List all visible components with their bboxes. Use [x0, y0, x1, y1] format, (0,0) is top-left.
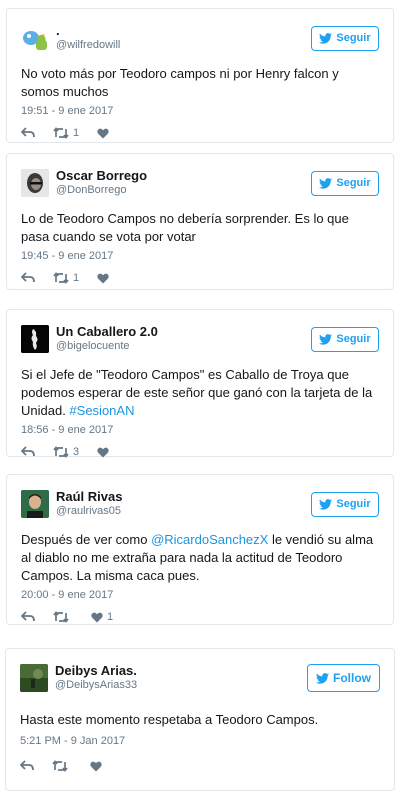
retweet-count: 3	[73, 446, 80, 458]
tweet-card: Raúl Rivas @raulrivas05 Seguir Después d…	[6, 474, 394, 625]
user-handle[interactable]: @DonBorrego	[56, 184, 311, 198]
like-button[interactable]: 1	[91, 611, 113, 623]
follow-button[interactable]: Seguir	[311, 25, 379, 51]
reply-button[interactable]	[21, 127, 35, 139]
retweet-button[interactable]	[53, 611, 73, 623]
retweet-icon	[53, 611, 69, 623]
twitter-bird-icon	[319, 333, 333, 345]
tweet-header: Oscar Borrego @DonBorrego Seguir	[21, 166, 379, 200]
tweet-text: Después de ver como @RicardoSanchezX le …	[21, 531, 379, 585]
follow-button[interactable]: Seguir	[311, 326, 379, 352]
like-button[interactable]	[97, 447, 113, 458]
user-name[interactable]: Un Caballero 2.0	[56, 324, 311, 340]
mention-link[interactable]: @RicardoSanchezX	[151, 532, 268, 547]
heart-icon	[97, 447, 109, 457]
user-handle[interactable]: @DeibysArias33	[55, 679, 307, 693]
hashtag-link[interactable]: #SesionAN	[69, 403, 134, 418]
tweet-card: Oscar Borrego @DonBorrego Seguir Lo de T…	[6, 153, 394, 290]
reply-button[interactable]	[21, 446, 35, 458]
retweet-icon	[52, 760, 68, 772]
follow-label: Seguir	[336, 333, 371, 345]
tweet-header: Un Caballero 2.0 @bigelocuente Seguir	[21, 322, 379, 356]
heart-icon	[90, 761, 102, 771]
follow-button[interactable]: Seguir	[311, 491, 379, 517]
tweet-text: Hasta este momento respetaba a Teodoro C…	[20, 712, 319, 727]
user-name[interactable]: .	[56, 23, 311, 39]
user-handle[interactable]: @bigelocuente	[56, 340, 311, 354]
avatar[interactable]	[20, 664, 48, 692]
retweet-button[interactable]: 3	[53, 446, 79, 458]
follow-label: Follow	[333, 671, 371, 685]
tweet-timestamp[interactable]: 19:45 - 9 ene 2017	[21, 250, 379, 262]
reply-button[interactable]	[21, 611, 35, 623]
follow-label: Seguir	[336, 177, 371, 189]
twitter-bird-icon	[316, 672, 329, 684]
user-name[interactable]: Deibys Arias.	[55, 663, 307, 679]
like-count: 1	[107, 611, 114, 623]
tweet-card: Un Caballero 2.0 @bigelocuente Seguir Si…	[6, 309, 394, 459]
user-name[interactable]: Raúl Rivas	[56, 489, 311, 505]
reply-icon	[21, 611, 35, 622]
tweet-actions	[20, 759, 380, 773]
retweet-count: 1	[73, 272, 80, 284]
reply-icon	[21, 272, 35, 283]
follow-button[interactable]: Seguir	[311, 170, 379, 196]
user-handle[interactable]: @wilfredowill	[56, 39, 311, 53]
tweet-text: No voto más por Teodoro campos ni por He…	[21, 66, 339, 99]
retweet-button[interactable]: 1	[53, 127, 79, 139]
tweet-actions: 3	[21, 445, 379, 459]
follow-label: Seguir	[336, 498, 371, 510]
tweet-text: Si el Jefe de "Teodoro Campos" es Caball…	[21, 366, 379, 420]
tweet-card: Deibys Arias. @DeibysArias33 Follow Hast…	[5, 648, 395, 791]
tweet-timestamp[interactable]: 18:56 - 9 ene 2017	[21, 424, 379, 436]
follow-label: Seguir	[336, 32, 371, 44]
follow-button[interactable]: Follow	[307, 664, 380, 692]
tweet-actions: 1	[21, 610, 379, 624]
avatar[interactable]	[21, 24, 49, 52]
tweet-timestamp[interactable]: 20:00 - 9 ene 2017	[21, 589, 379, 601]
retweet-button[interactable]	[52, 760, 72, 772]
heart-icon	[97, 128, 109, 138]
tweet-timestamp[interactable]: 5:21 PM - 9 Jan 2017	[20, 735, 380, 747]
reply-icon	[21, 127, 35, 138]
user-name[interactable]: Oscar Borrego	[56, 168, 311, 184]
tweet-header: Deibys Arias. @DeibysArias33 Follow	[20, 661, 380, 695]
retweet-count: 1	[73, 127, 80, 139]
like-button[interactable]	[97, 128, 113, 139]
reply-button[interactable]	[20, 760, 34, 772]
twitter-bird-icon	[319, 32, 333, 44]
tweet-actions: 1	[21, 126, 379, 140]
user-handle[interactable]: @raulrivas05	[56, 505, 311, 519]
like-button[interactable]	[97, 273, 113, 284]
heart-icon	[97, 273, 109, 283]
avatar[interactable]	[21, 169, 49, 197]
tweet-actions: 1	[21, 271, 379, 285]
twitter-bird-icon	[319, 498, 333, 510]
tweet-text: Lo de Teodoro Campos no debería sorprend…	[21, 211, 349, 244]
reply-icon	[21, 446, 35, 457]
tweet-card: . @wilfredowill Seguir No voto más por T…	[6, 8, 394, 143]
retweet-icon	[53, 272, 69, 284]
like-button[interactable]	[90, 761, 106, 772]
tweet-text-body: Después de ver como	[21, 532, 152, 547]
reply-button[interactable]	[21, 272, 35, 284]
twitter-bird-icon	[319, 177, 333, 189]
retweet-icon	[53, 446, 69, 458]
tweet-timestamp[interactable]: 19:51 - 9 ene 2017	[21, 105, 379, 117]
heart-icon	[91, 612, 103, 622]
retweet-icon	[53, 127, 69, 139]
tweet-header: . @wilfredowill Seguir	[21, 21, 379, 55]
avatar[interactable]	[21, 490, 49, 518]
retweet-button[interactable]: 1	[53, 272, 79, 284]
reply-icon	[20, 760, 34, 771]
avatar[interactable]	[21, 325, 49, 353]
tweet-header: Raúl Rivas @raulrivas05 Seguir	[21, 487, 379, 521]
